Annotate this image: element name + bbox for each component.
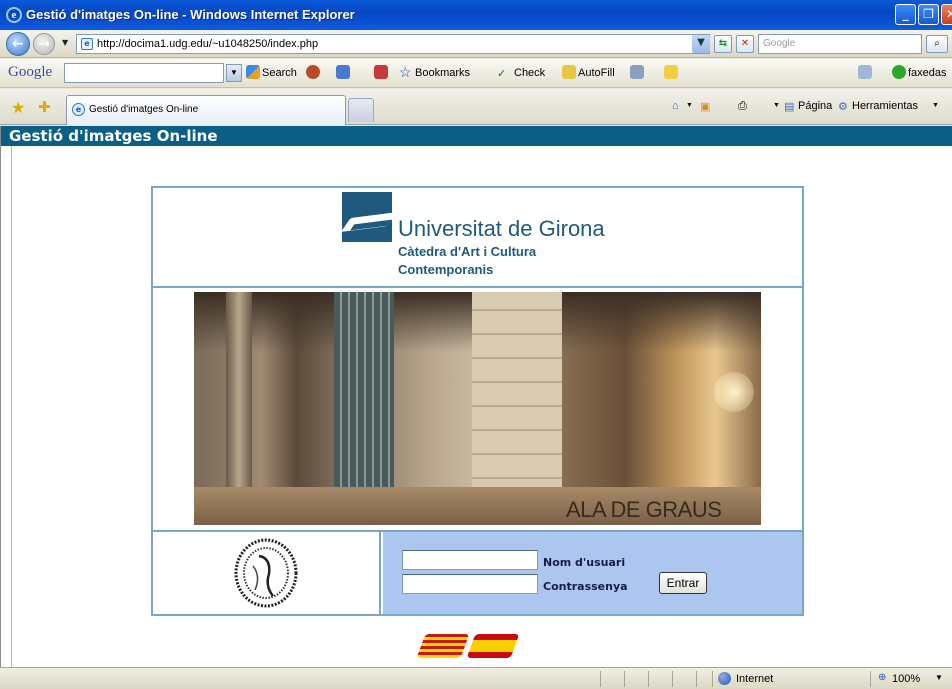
favorites-star-icon[interactable]: ★ <box>11 98 25 117</box>
account-button[interactable]: faxedas <box>908 67 947 79</box>
check-button[interactable]: Check <box>514 67 545 79</box>
seal-cell <box>153 532 381 614</box>
tab-page-icon: e <box>72 103 85 116</box>
home-icon[interactable]: ⌂ <box>672 100 679 112</box>
bookmark-star-icon: ☆ <box>399 64 412 80</box>
tab-title: Gestió d'imatges On-line <box>89 104 199 115</box>
new-tab-button[interactable] <box>348 98 374 122</box>
department-line-1: Càtedra d'Art i Cultura <box>398 244 537 259</box>
username-input[interactable] <box>402 550 538 570</box>
address-input[interactable]: e http://docima1.udg.edu/~u1048250/index… <box>76 34 710 54</box>
username-label: Nom d'usuari <box>543 556 626 569</box>
plus-icon[interactable] <box>336 65 350 79</box>
language-selector <box>416 634 531 664</box>
logo-cell: Universitat de Girona Càtedra d'Art i Cu… <box>153 188 802 288</box>
search-icon[interactable]: ⌕ <box>926 35 948 53</box>
popup-blocker-icon[interactable] <box>374 65 388 79</box>
login-button[interactable]: Entrar <box>659 572 707 594</box>
bookmarks-button[interactable]: Bookmarks <box>415 67 470 79</box>
settings-wrench-icon[interactable] <box>858 65 872 79</box>
spellcheck-icon: ✓ <box>497 68 507 80</box>
autofill-button[interactable]: AutoFill <box>578 67 615 79</box>
pagerank-icon[interactable] <box>306 65 320 79</box>
address-toolbar: ← → ▼ e http://docima1.udg.edu/~u1048250… <box>0 30 952 58</box>
sala-de-graus-photo: ALA DE GRAUS <box>194 292 761 525</box>
google-search-button[interactable]: Search <box>262 67 297 79</box>
login-form: Nom d'usuari Contrassenya Entrar <box>383 532 802 614</box>
tools-menu-button[interactable]: Herramientas <box>852 100 918 112</box>
university-name: Universitat de Girona <box>398 216 605 241</box>
close-button[interactable]: ✕ <box>941 4 952 25</box>
minimize-button[interactable]: _ <box>895 4 916 25</box>
photo-caption: ALA DE GRAUS <box>566 497 722 522</box>
google-search-input[interactable] <box>64 63 224 83</box>
password-label: Contrassenya <box>543 580 628 593</box>
print-icon[interactable]: ⎙ <box>738 100 747 113</box>
page-border <box>11 146 12 667</box>
page-header: Gestió d'imatges On-line <box>1 126 952 146</box>
maximize-button[interactable]: ❐ <box>918 4 939 25</box>
stop-button[interactable]: ✕ <box>736 35 754 53</box>
google-search-dropdown-icon[interactable]: ▼ <box>226 64 242 82</box>
address-url: http://docima1.udg.edu/~u1048250/index.p… <box>97 38 319 50</box>
feeds-icon[interactable]: ▣ <box>700 100 710 113</box>
google-search-icon <box>246 65 260 79</box>
wrench-icon[interactable] <box>630 65 644 79</box>
tab-row: ★ ✚ e Gestió d'imatges On-line ⌂ ▼ ▣ ⎙ ▼… <box>0 89 952 125</box>
tools-gear-icon: ⚙ <box>838 101 848 113</box>
ie-window: e Gestió d'imatges On-line - Windows Int… <box>0 0 952 689</box>
page-icon: e <box>81 38 93 50</box>
title-bar: e Gestió d'imatges On-line - Windows Int… <box>0 0 952 30</box>
tab-active[interactable]: e Gestió d'imatges On-line <box>66 95 346 125</box>
page-menu-icon: ▤ <box>784 101 795 113</box>
zoom-level[interactable]: 100% <box>892 673 920 685</box>
add-favorites-icon[interactable]: ✚ <box>38 98 51 116</box>
page-viewport: Gestió d'imatges On-line Universitat de … <box>0 126 952 667</box>
page-menu-button[interactable]: Página <box>798 100 832 112</box>
ie-logo-icon: e <box>6 7 22 23</box>
recent-pages-dropdown-icon[interactable]: ▼ <box>62 38 68 47</box>
status-bar: Internet ⊕ 100% ▼ <box>0 667 952 689</box>
google-toolbar: Google ▼ Search ☆ Bookmarks ✓ Check Auto… <box>0 59 952 88</box>
address-dropdown-icon[interactable]: ▼ <box>692 35 710 53</box>
print-dropdown-icon[interactable]: ▼ <box>773 102 780 109</box>
forward-button[interactable]: → <box>33 33 55 55</box>
department-line-2: Contemporanis <box>398 262 494 277</box>
tools-dropdown-icon[interactable]: ▼ <box>932 102 939 109</box>
search-placeholder: Google <box>763 38 796 49</box>
window-title: Gestió d'imatges On-line - Windows Inter… <box>26 7 355 22</box>
udg-logo-icon <box>340 192 398 242</box>
security-zone: Internet <box>736 673 774 685</box>
home-dropdown-icon[interactable]: ▼ <box>686 102 693 109</box>
zoom-icon[interactable]: ⊕ <box>878 672 886 683</box>
zoom-dropdown-icon[interactable]: ▼ <box>935 673 943 682</box>
refresh-button[interactable]: ⇆ <box>714 35 732 53</box>
seal-icon <box>234 538 298 608</box>
password-input[interactable] <box>402 574 538 594</box>
page-title: Gestió d'imatges On-line <box>9 127 218 145</box>
back-button[interactable]: ← <box>6 32 30 56</box>
spanish-flag-icon[interactable] <box>466 634 520 658</box>
signed-in-icon <box>892 65 906 79</box>
internet-zone-icon <box>718 672 731 685</box>
autofill-icon <box>562 65 576 79</box>
google-logo: Google <box>8 64 53 80</box>
highlighter-icon[interactable] <box>664 65 678 79</box>
catalan-flag-icon[interactable] <box>416 634 470 658</box>
login-panel: Universitat de Girona Càtedra d'Art i Cu… <box>151 186 804 616</box>
photo-cell: ALA DE GRAUS <box>153 288 802 532</box>
search-input[interactable]: Google <box>758 34 922 54</box>
